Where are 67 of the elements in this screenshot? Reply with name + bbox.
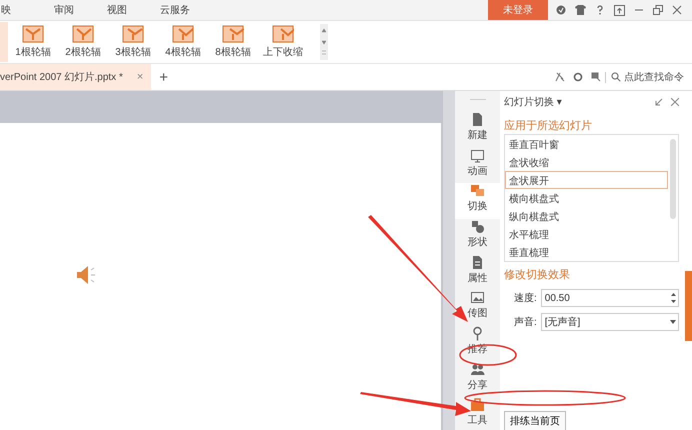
gallery-item[interactable]: 2根轮辐 xyxy=(58,25,108,59)
menu-tab[interactable]: 视图 xyxy=(107,3,148,17)
side-tab[interactable]: 传图 xyxy=(455,290,500,326)
side-tab[interactable]: 动画 xyxy=(455,148,500,184)
panel-title[interactable]: 幻灯片切换 ▾ xyxy=(504,95,562,109)
field-label: 声音: xyxy=(514,316,537,329)
image-icon xyxy=(470,290,485,306)
side-tab[interactable]: 分享 xyxy=(455,362,500,398)
transition-effect-icon xyxy=(172,25,194,43)
scrollbar[interactable] xyxy=(670,139,676,219)
sound-dropdown[interactable]: [无声音] xyxy=(540,313,679,331)
scrollbar[interactable] xyxy=(443,91,455,430)
shirt-icon[interactable] xyxy=(575,5,586,15)
menu-tab[interactable]: 审阅 xyxy=(54,3,95,17)
transition-effect-icon xyxy=(272,25,294,43)
rehearse-button[interactable]: 排练当前页 xyxy=(504,411,566,430)
list-item[interactable]: 横向棋盘式 xyxy=(505,189,668,207)
gallery-item[interactable]: 3根轮辐 xyxy=(108,25,158,59)
people-icon xyxy=(470,362,485,377)
shapes-icon xyxy=(470,218,485,234)
side-tab[interactable]: 切换 xyxy=(455,183,500,219)
properties-icon xyxy=(470,254,485,270)
gallery-item[interactable]: 上下收缩 xyxy=(258,25,308,59)
gallery-item[interactable]: 4根轮辐 xyxy=(158,25,208,59)
spinner-icon[interactable] xyxy=(671,292,676,304)
side-tab[interactable]: 形状 xyxy=(455,218,500,255)
gallery-item[interactable]: 8根轮辐 xyxy=(208,25,258,59)
side-tab[interactable]: 属性 xyxy=(455,254,500,290)
search-icon xyxy=(611,72,621,82)
close-icon[interactable] xyxy=(671,98,679,106)
toolbox-icon xyxy=(470,397,485,412)
scroll-arrows-icon[interactable] xyxy=(322,27,326,57)
transition-effect-icon xyxy=(22,25,44,43)
transition-effect-icon xyxy=(222,25,244,43)
section-heading: 修改切换效果 xyxy=(504,268,571,282)
restore-icon[interactable] xyxy=(653,5,663,15)
ribbon-selection-strip xyxy=(0,22,8,62)
transition-icon xyxy=(470,183,485,198)
annotation-ellipse xyxy=(459,344,517,366)
new-tab-button[interactable]: + xyxy=(159,68,168,86)
side-tab[interactable]: 工具 xyxy=(455,397,500,430)
upload-icon[interactable] xyxy=(614,4,625,16)
field-label: 速度: xyxy=(514,292,537,305)
menu-tab[interactable]: 映 xyxy=(1,3,42,17)
dropdown-icon xyxy=(670,320,676,324)
close-icon[interactable] xyxy=(672,5,682,15)
transition-effect-icon xyxy=(72,25,94,43)
list-item[interactable]: 垂直百叶窗 xyxy=(505,135,668,153)
panel-toggle-handle[interactable] xyxy=(685,271,692,341)
document-tab[interactable]: verPoint 2007 幻灯片.pptx * × xyxy=(0,64,152,90)
list-item[interactable]: 水平梳理 xyxy=(505,225,668,243)
menu-tab[interactable]: 云服务 xyxy=(160,3,201,17)
list-item[interactable]: 垂直梳理 xyxy=(505,243,668,261)
side-tab[interactable]: 新建 xyxy=(455,112,500,148)
gallery-item[interactable]: 1根轮辐 xyxy=(8,25,58,59)
speaker-icon[interactable] xyxy=(76,265,98,285)
help-icon[interactable] xyxy=(595,5,605,15)
list-item[interactable]: 纵向棋盘式 xyxy=(505,207,668,225)
collapse-icon[interactable] xyxy=(655,98,663,106)
section-heading: 应用于所选幻灯片 xyxy=(504,118,593,133)
circle-icon[interactable] xyxy=(573,72,583,82)
transition-effect-icon xyxy=(122,25,144,43)
new-file-icon xyxy=(470,112,485,127)
animation-icon xyxy=(470,148,485,163)
speed-field[interactable]: 00.50 xyxy=(540,289,679,307)
list-item[interactable]: 盒状收缩 xyxy=(505,153,668,171)
list-item[interactable]: 盒状展开 xyxy=(505,171,668,189)
